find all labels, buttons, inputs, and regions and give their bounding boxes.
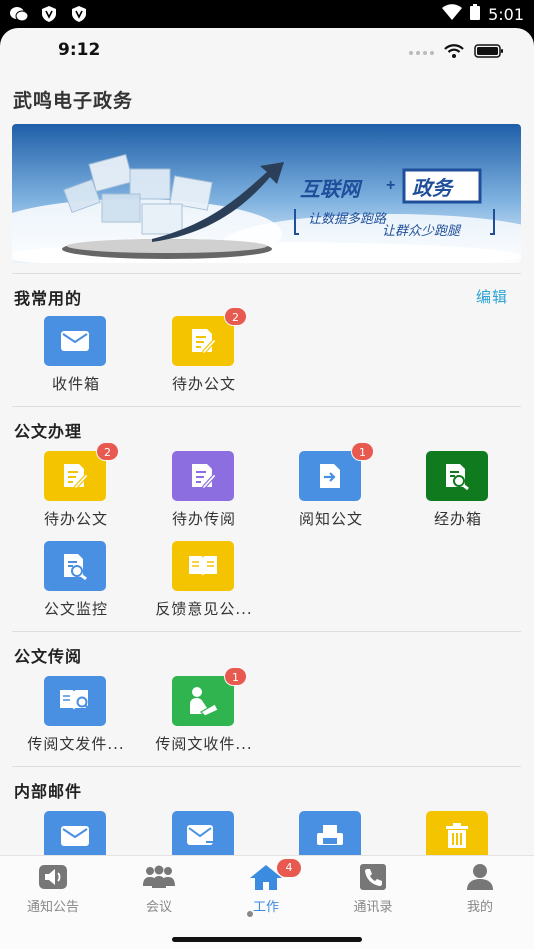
banner-slogan-2: 让群众少跑腿 [382,223,462,238]
android-clock: 5:01 [488,4,524,24]
tile-inbox[interactable]: 收件箱 [12,316,140,396]
tab-label: 通讯录 [353,900,393,915]
tile-label: 公文监控 [43,600,108,618]
tab-work[interactable]: 4 工作 [213,859,319,922]
ios-status-bar: 9:12 [0,28,534,78]
tile-circulation-sent[interactable]: 传阅文发件... [12,676,140,756]
banner-slogan-1: 让数据多跑路 [308,211,387,226]
shield-icon [40,5,58,23]
android-status-bar: 5:01 [0,0,534,28]
mail-icon [44,811,106,861]
tile-handled-box[interactable]: 经办箱 [394,451,522,531]
docs-title: 公文办理 [14,422,83,441]
banner-plus: + [386,177,395,194]
mail-send-icon [172,811,234,861]
tab-meetings[interactable]: 会议 [106,862,212,922]
tile-label: 阅知公文 [298,510,363,528]
tab-badge: 4 [277,859,301,877]
tile-label: 收件箱 [51,375,100,393]
app-screen: 9:12 武鸣电子政务 互联网 + 政务 让数据多跑路 让群众少跑腿 我常用的 … [0,28,534,949]
person-reading-icon [172,676,234,726]
document-edit-icon [44,451,106,501]
book-search-icon [44,676,106,726]
shield-icon [70,5,88,23]
tab-label: 会议 [145,900,172,915]
tile-pending-docs[interactable]: 2 待办公文 [140,307,268,396]
tile-label: 待办传阅 [171,510,236,528]
phone-book-icon [356,862,390,892]
tile-feedback[interactable]: 反馈意见公... [140,541,268,621]
banner-headline-2: 政务 [412,177,455,200]
printer-icon [299,811,361,861]
tab-mine[interactable]: 我的 [427,862,533,922]
home-indicator[interactable] [172,937,362,942]
tile-circulation-received[interactable]: 1 传阅文收件... [140,667,268,756]
badge-count: 2 [96,442,119,461]
speaker-icon [36,862,70,892]
tile-label: 待办公文 [171,375,236,393]
open-book-icon [172,541,234,591]
wifi-icon [442,4,463,24]
tile-read-docs[interactable]: 1 阅知公文 [267,442,395,531]
mail-icon [44,316,106,366]
divider [12,766,521,767]
tab-label: 我的 [466,900,493,915]
active-tab-indicator [247,911,253,917]
circulation-title: 公文传阅 [14,647,83,666]
badge-count: 1 [351,442,374,461]
tile-pending-docs[interactable]: 2 待办公文 [12,442,140,531]
ios-clock: 9:12 [58,40,101,60]
favorites-title: 我常用的 [14,289,83,308]
tile-label: 传阅文收件... [155,735,253,753]
user-icon [463,862,497,892]
tile-doc-monitor[interactable]: 公文监控 [12,541,140,621]
battery-icon [470,4,481,24]
edit-link[interactable]: 编辑 [476,286,508,307]
tab-label: 通知公告 [26,900,79,915]
banner-headline-1: 互联网 [300,179,363,201]
tile-label: 传阅文发件... [27,735,125,753]
badge-count: 1 [224,667,247,686]
battery-icon [474,43,504,62]
tab-bar: 通知公告 会议 4 工作 通讯录 我的 [0,855,534,949]
document-forward-icon [299,451,361,501]
tab-contacts[interactable]: 通讯录 [320,862,426,922]
tab-notices[interactable]: 通知公告 [0,862,106,922]
tab-label: 工作 [252,900,279,915]
banner[interactable]: 互联网 + 政务 让数据多跑路 让群众少跑腿 [12,124,521,263]
trash-icon [426,811,488,861]
banner-image: 互联网 + 政务 让数据多跑路 让群众少跑腿 [12,124,521,263]
badge-count: 2 [224,307,247,326]
wifi-icon [444,43,464,62]
tile-label: 反馈意见公... [155,600,253,618]
tile-label: 待办公文 [43,510,108,528]
document-edit-icon [172,316,234,366]
signal-icon [409,50,434,55]
tile-label: 经办箱 [433,510,482,528]
internal-mail-title: 内部邮件 [14,782,83,801]
tile-pending-circulation[interactable]: 待办传阅 [140,451,268,531]
wechat-icon [10,5,28,23]
group-icon [142,862,176,892]
document-search-icon [44,541,106,591]
page-title: 武鸣电子政务 [13,90,134,112]
document-edit-icon [172,451,234,501]
divider [12,273,521,274]
divider [12,406,521,407]
document-search-icon [426,451,488,501]
divider [12,631,521,632]
